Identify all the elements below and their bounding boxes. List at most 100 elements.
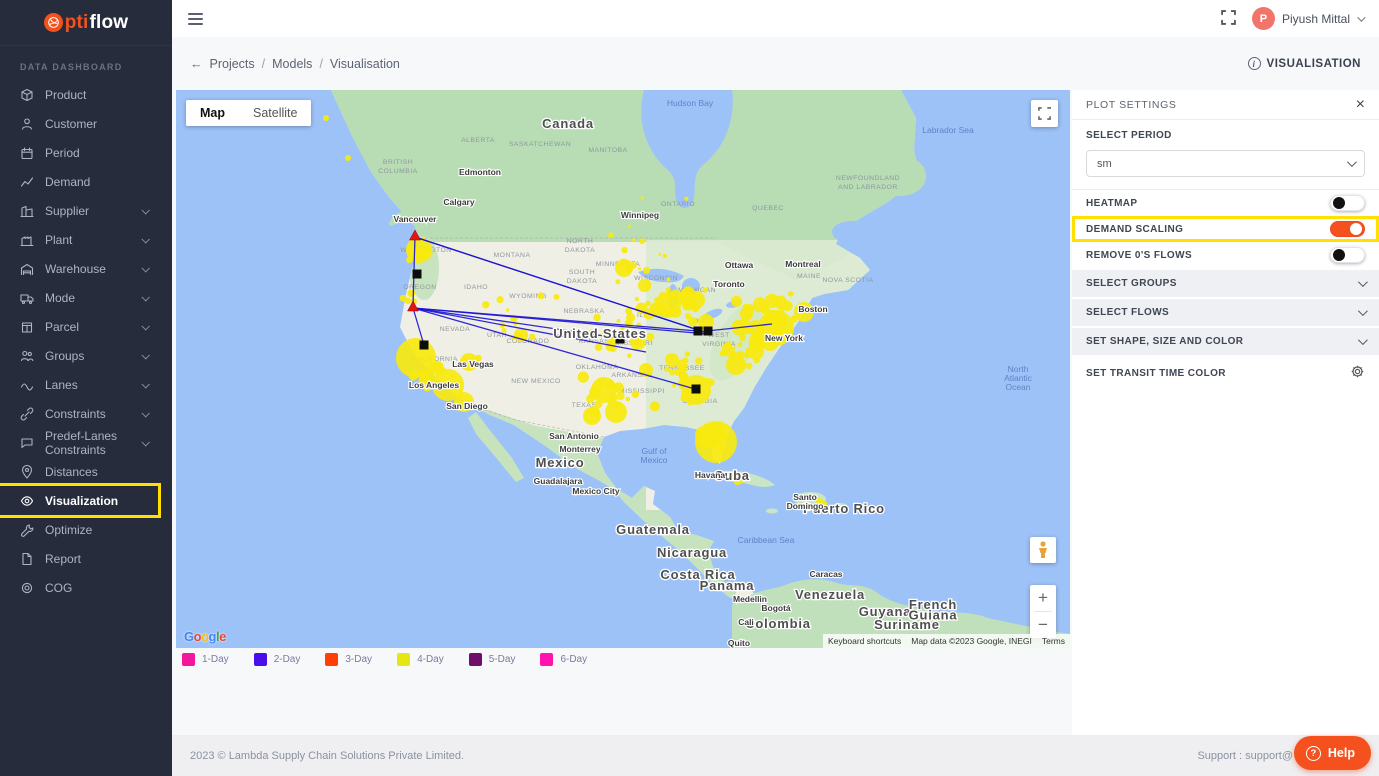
demand-scaling-toggle[interactable] bbox=[1330, 221, 1365, 237]
sidebar-item-report[interactable]: Report bbox=[0, 544, 158, 573]
svg-text:Toronto: Toronto bbox=[713, 279, 744, 289]
period-select[interactable]: sm bbox=[1086, 150, 1365, 177]
svg-text:Panama: Panama bbox=[700, 578, 755, 593]
legend-item: 1-Day bbox=[182, 653, 229, 666]
select-groups-accordion[interactable]: SELECT GROUPS bbox=[1072, 270, 1379, 297]
breadcrumb-separator: / bbox=[262, 57, 265, 71]
map-canvas[interactable]: .rg{font:6.8px "Liberation Sans",sans-se… bbox=[176, 90, 1070, 648]
remove-zero-flows-toggle[interactable] bbox=[1330, 247, 1365, 263]
legend-label: 5-Day bbox=[489, 654, 516, 665]
sidebar-item-cog[interactable]: COG bbox=[0, 573, 158, 602]
sidebar-item-optimize[interactable]: Optimize bbox=[0, 515, 158, 544]
map-fullscreen-button[interactable] bbox=[1031, 100, 1058, 127]
svg-text:Hudson Bay: Hudson Bay bbox=[667, 98, 714, 108]
gear-icon[interactable] bbox=[1350, 364, 1365, 382]
back-arrow-icon[interactable]: ← bbox=[190, 57, 203, 71]
set-shape-size-color-accordion[interactable]: SET SHAPE, SIZE AND COLOR bbox=[1072, 328, 1379, 355]
svg-text:IDAHO: IDAHO bbox=[464, 284, 488, 291]
breadcrumb-models[interactable]: Models bbox=[272, 57, 312, 71]
sidebar-item-visualization[interactable]: Visualization bbox=[0, 486, 158, 515]
brand-text-orange: pti bbox=[65, 12, 89, 34]
sidebar-item-predef-lanes-constraints[interactable]: Predef-Lanes Constraints bbox=[0, 428, 158, 457]
jamaica-island bbox=[766, 509, 778, 514]
sidebar-item-label: COG bbox=[45, 581, 72, 595]
svg-text:Winnipeg: Winnipeg bbox=[621, 210, 659, 220]
heatmap-label: HEATMAP bbox=[1086, 198, 1138, 209]
svg-text:San Diego: San Diego bbox=[446, 401, 488, 411]
breadcrumb-visualisation: Visualisation bbox=[330, 57, 400, 71]
footer: 2023 © Lambda Supply Chain Solutions Pri… bbox=[172, 735, 1379, 776]
truck-icon bbox=[20, 291, 34, 305]
legend-swatch bbox=[325, 653, 338, 666]
page-title: VISUALISATION bbox=[1267, 58, 1361, 70]
svg-text:NOVA SCOTIA: NOVA SCOTIA bbox=[822, 277, 873, 284]
set-transit-time-color-row[interactable]: SET TRANSIT TIME COLOR bbox=[1072, 357, 1379, 389]
sidebar-item-customer[interactable]: Customer bbox=[0, 109, 158, 138]
map-type-satellite-button[interactable]: Satellite bbox=[239, 100, 311, 126]
chevron-down-icon bbox=[1358, 335, 1368, 345]
target-icon bbox=[20, 581, 34, 595]
sidebar-item-lanes[interactable]: Lanes bbox=[0, 370, 158, 399]
sidebar-item-parcel[interactable]: Parcel bbox=[0, 312, 158, 341]
chevron-down-icon bbox=[141, 351, 149, 359]
transit-day-legend: 1-Day 2-Day 3-Day 4-Day 5-Day 6-Day bbox=[182, 653, 587, 666]
link-icon bbox=[20, 407, 34, 421]
heatmap-toggle[interactable] bbox=[1330, 195, 1365, 211]
fullscreen-icon[interactable] bbox=[1221, 10, 1236, 28]
map-type-map-button[interactable]: Map bbox=[186, 100, 239, 126]
select-flows-accordion[interactable]: SELECT FLOWS bbox=[1072, 299, 1379, 326]
sidebar-item-label: Lanes bbox=[45, 378, 78, 392]
zoom-in-button[interactable]: + bbox=[1030, 585, 1056, 611]
terms-link[interactable]: Terms bbox=[1037, 634, 1070, 648]
legend-label: 3-Day bbox=[345, 654, 372, 665]
sidebar-item-mode[interactable]: Mode bbox=[0, 283, 158, 312]
keyboard-shortcuts-link[interactable]: Keyboard shortcuts bbox=[823, 634, 906, 648]
sidebar-item-label: Mode bbox=[45, 291, 75, 305]
svg-text:ALBERTA: ALBERTA bbox=[461, 137, 495, 144]
copyright-text: 2023 © Lambda Supply Chain Solutions Pri… bbox=[190, 750, 464, 762]
svg-text:NEBRASKA: NEBRASKA bbox=[563, 308, 604, 315]
warehouse-icon bbox=[20, 262, 34, 276]
svg-text:Edmonton: Edmonton bbox=[459, 167, 501, 177]
sidebar-item-period[interactable]: Period bbox=[0, 138, 158, 167]
chevron-down-icon bbox=[1358, 277, 1368, 287]
sidebar-item-warehouse[interactable]: Warehouse bbox=[0, 254, 158, 283]
sidebar-item-constraints[interactable]: Constraints bbox=[0, 399, 158, 428]
svg-text:Colombia: Colombia bbox=[745, 616, 811, 631]
sidebar-item-demand[interactable]: Demand bbox=[0, 167, 158, 196]
sidebar-item-plant[interactable]: Plant bbox=[0, 225, 158, 254]
breadcrumb-projects[interactable]: Projects bbox=[210, 57, 255, 71]
svg-text:NEW MEXICO: NEW MEXICO bbox=[511, 378, 561, 385]
svg-text:Venezuela: Venezuela bbox=[795, 587, 865, 602]
svg-text:Guatemala: Guatemala bbox=[616, 522, 690, 537]
info-icon: i bbox=[1248, 57, 1261, 70]
page-title-group: i VISUALISATION bbox=[1248, 57, 1361, 70]
sidebar-item-product[interactable]: Product bbox=[0, 80, 158, 109]
pegman-control[interactable] bbox=[1030, 537, 1056, 563]
plot-settings-panel: PLOT SETTINGS × SELECT PERIOD sm HEATMAP… bbox=[1072, 90, 1379, 735]
user-menu[interactable]: P Piyush Mittal bbox=[1252, 7, 1363, 30]
svg-text:Vancouver: Vancouver bbox=[394, 214, 438, 224]
eye-icon bbox=[20, 494, 34, 508]
legend-swatch bbox=[469, 653, 482, 666]
sidebar-item-groups[interactable]: Groups bbox=[0, 341, 158, 370]
sidebar-item-supplier[interactable]: Supplier bbox=[0, 196, 158, 225]
sidebar-item-label: Period bbox=[45, 146, 80, 160]
chevron-down-icon bbox=[141, 380, 149, 388]
svg-text:Calgary: Calgary bbox=[443, 197, 474, 207]
svg-text:Monterrey: Monterrey bbox=[559, 444, 600, 454]
close-icon[interactable]: × bbox=[1356, 97, 1365, 113]
chevron-down-icon bbox=[141, 293, 149, 301]
chevron-down-icon bbox=[141, 322, 149, 330]
sidebar-item-label: Warehouse bbox=[45, 262, 106, 276]
map-container[interactable]: .rg{font:6.8px "Liberation Sans",sans-se… bbox=[176, 90, 1070, 648]
hamburger-menu-icon[interactable] bbox=[188, 13, 203, 25]
factory-icon bbox=[20, 233, 34, 247]
svg-text:MISSISSIPPI: MISSISSIPPI bbox=[619, 388, 665, 395]
help-button[interactable]: ? Help bbox=[1294, 736, 1371, 770]
sidebar-item-distances[interactable]: Distances bbox=[0, 457, 158, 486]
svg-text:Montreal: Montreal bbox=[785, 259, 820, 269]
legend-label: 4-Day bbox=[417, 654, 444, 665]
user-name: Piyush Mittal bbox=[1282, 12, 1350, 26]
breadcrumb-row: ← Projects / Models / Visualisation i VI… bbox=[172, 37, 1379, 90]
